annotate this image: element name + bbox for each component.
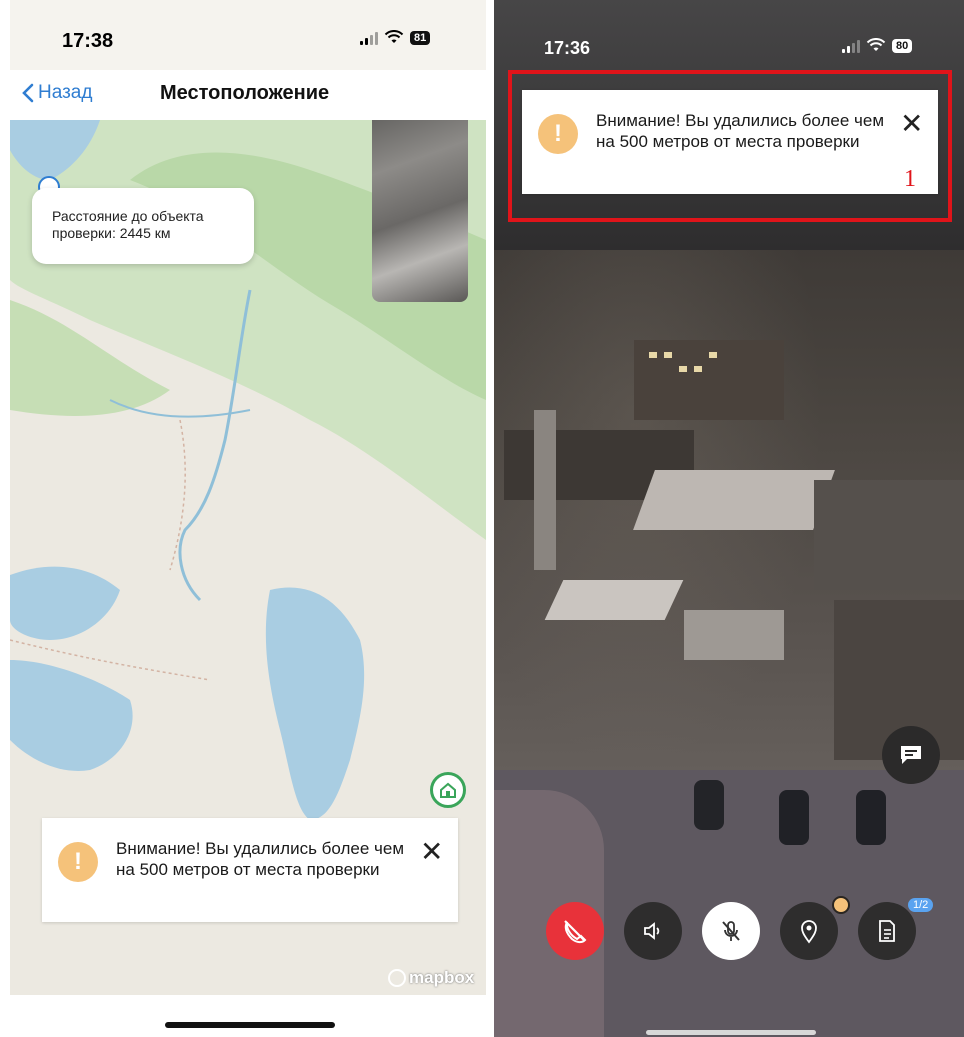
status-time: 17:36 bbox=[544, 38, 591, 58]
target-location-marker[interactable] bbox=[430, 772, 466, 808]
wifi-icon bbox=[866, 38, 886, 51]
bottom-bar bbox=[10, 995, 486, 1037]
parked-car bbox=[694, 780, 724, 830]
page-title: Местоположение bbox=[160, 82, 330, 104]
snowy-roof bbox=[684, 610, 784, 660]
back-label: Назад bbox=[38, 82, 93, 103]
wifi-icon bbox=[384, 30, 404, 43]
mic-off-icon bbox=[722, 921, 740, 941]
home-indicator[interactable] bbox=[646, 1030, 816, 1035]
parked-car bbox=[779, 790, 809, 845]
building bbox=[814, 480, 964, 590]
distance-text: Расстояние до объекта проверки: 2445 км bbox=[52, 208, 204, 241]
chimney bbox=[534, 410, 556, 570]
back-button[interactable]: Назад bbox=[22, 82, 92, 104]
signal-icon bbox=[842, 39, 860, 53]
status-bar: 17:38 81 bbox=[10, 0, 486, 80]
chat-button[interactable] bbox=[882, 726, 940, 784]
nav-bar: Назад Местоположение bbox=[10, 70, 486, 122]
status-bar: 17:36 80 bbox=[494, 0, 964, 80]
chat-icon bbox=[901, 746, 921, 764]
right-phone-screen: 17:36 80 ! Внимание! Вы удалились более … bbox=[494, 0, 964, 1037]
chevron-left-icon bbox=[22, 83, 34, 103]
screen-divider bbox=[486, 0, 494, 1037]
parked-car bbox=[856, 790, 886, 845]
location-alert-dot bbox=[832, 896, 850, 914]
snowy-roof bbox=[633, 470, 835, 530]
status-icons: 81 bbox=[360, 30, 431, 45]
left-phone-screen: 17:38 81 Назад Местоположение Расстояние… bbox=[10, 0, 486, 1037]
document-button[interactable] bbox=[858, 902, 916, 960]
lit-window bbox=[679, 366, 687, 372]
battery-icon: 80 bbox=[892, 38, 913, 53]
distance-warning-alert: ! Внимание! Вы удалились более чем на 50… bbox=[42, 818, 458, 922]
mapbox-attribution[interactable]: mapbox bbox=[388, 968, 474, 988]
annotation-number: 1 bbox=[904, 166, 916, 192]
mute-button[interactable] bbox=[702, 902, 760, 960]
speaker-icon bbox=[644, 922, 660, 940]
phone-slash-icon bbox=[564, 920, 587, 944]
lit-window bbox=[694, 366, 702, 372]
signal-icon bbox=[360, 31, 378, 45]
status-time: 17:38 bbox=[62, 30, 114, 52]
status-icons: 80 bbox=[842, 38, 913, 53]
annotation-highlight-box bbox=[508, 70, 952, 222]
location-pin-icon bbox=[801, 920, 817, 944]
speaker-button[interactable] bbox=[624, 902, 682, 960]
battery-icon: 81 bbox=[410, 30, 431, 45]
house-icon bbox=[440, 782, 456, 798]
lit-window bbox=[664, 352, 672, 358]
alert-close-button[interactable]: ✕ bbox=[420, 838, 443, 866]
location-button[interactable] bbox=[780, 902, 838, 960]
lit-window bbox=[649, 352, 657, 358]
lit-window bbox=[709, 352, 717, 358]
end-call-button[interactable] bbox=[546, 902, 604, 960]
document-icon bbox=[879, 920, 895, 942]
distance-card: Расстояние до объекта проверки: 2445 км bbox=[32, 188, 254, 264]
home-indicator[interactable] bbox=[165, 1022, 335, 1028]
camera-preview-thumbnail[interactable] bbox=[372, 120, 468, 302]
snowy-roof bbox=[544, 580, 684, 620]
mapbox-logo-icon bbox=[388, 969, 406, 987]
warning-icon: ! bbox=[58, 842, 98, 882]
mapbox-label: mapbox bbox=[409, 968, 475, 987]
document-count-badge: 1/2 bbox=[908, 898, 934, 912]
alert-message: Внимание! Вы удалились более чем на 500 … bbox=[116, 839, 405, 879]
